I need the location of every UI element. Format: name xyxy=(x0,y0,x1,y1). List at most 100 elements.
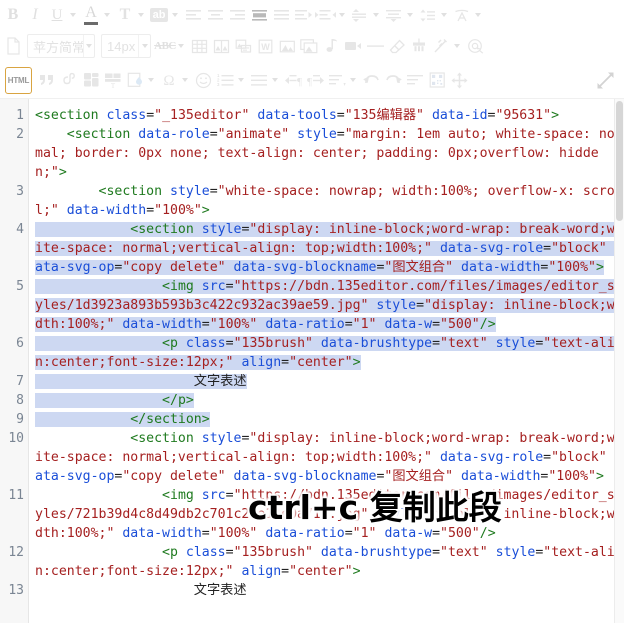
html-source-editor[interactable]: 12 3 4 5 6 7 8 9 10 11 12 13 <section class… xyxy=(0,98,624,623)
line-number-continuation xyxy=(0,524,24,543)
code-token: </ xyxy=(162,393,178,408)
paragraph-spacing-icon[interactable] xyxy=(383,3,405,27)
code-token: src xyxy=(201,279,226,294)
fullscreen-expand-button[interactable] xyxy=(594,68,616,92)
code-line[interactable]: <img src="https://bdn.135editor.com/file… xyxy=(35,277,624,334)
color-page-caret-icon[interactable] xyxy=(148,78,154,82)
code-token: img xyxy=(170,488,194,503)
scrollbar-thumb[interactable] xyxy=(616,101,623,221)
text-box-icon[interactable]: T xyxy=(102,68,124,92)
image-gallery-icon[interactable] xyxy=(298,34,320,58)
underline-icon[interactable]: U xyxy=(46,3,68,27)
indent-decrease-icon[interactable] xyxy=(314,3,337,27)
code-token: "100%" xyxy=(209,526,258,541)
rtl-icon[interactable]: ¶ xyxy=(304,68,326,92)
align-distributed-icon[interactable] xyxy=(270,3,292,27)
code-token: "center" xyxy=(289,355,353,370)
image-layout-icon[interactable] xyxy=(210,34,232,58)
code-line[interactable]: <section style="display: inline-block;wo… xyxy=(35,429,624,486)
paragraph-format-icon[interactable] xyxy=(404,68,426,92)
font-color-caret-icon[interactable] xyxy=(104,13,110,17)
align-left-icon[interactable] xyxy=(182,3,204,27)
code-token: p xyxy=(170,545,178,560)
undo-icon[interactable] xyxy=(360,68,382,92)
magic-wand-caret-icon[interactable] xyxy=(454,44,460,48)
divider-icon[interactable] xyxy=(364,34,386,58)
letter-spacing-caret-icon[interactable] xyxy=(441,13,447,17)
code-line[interactable]: <section data-role="animate" style="marg… xyxy=(35,125,624,182)
align-justify-icon[interactable] xyxy=(248,3,270,27)
code-line[interactable]: <p class="135brush" data-brushtype="text… xyxy=(35,334,624,372)
redo-icon[interactable] xyxy=(382,68,404,92)
clear-format-caret-icon[interactable] xyxy=(475,13,481,17)
strikethrough-icon[interactable]: ABC xyxy=(154,34,176,58)
quote-icon[interactable] xyxy=(36,68,58,92)
code-line[interactable]: <section style="display: inline-block;wo… xyxy=(35,220,624,277)
word-import-icon[interactable]: W xyxy=(254,34,276,58)
letter-spacing-icon[interactable] xyxy=(417,3,439,27)
font-family-select[interactable]: 苹方简常 xyxy=(27,34,95,58)
code-line[interactable]: 文字表述 xyxy=(35,581,624,600)
ltr-icon[interactable]: ¶ xyxy=(282,68,304,92)
special-char-caret-icon[interactable] xyxy=(182,78,188,82)
indent-increase-icon[interactable] xyxy=(292,3,314,27)
insert-image-icon[interactable] xyxy=(276,34,298,58)
code-line[interactable]: <p class="135brush" data-brushtype="text… xyxy=(35,543,624,581)
page-icon[interactable] xyxy=(2,34,24,58)
code-token: data-ratio xyxy=(265,526,345,541)
eraser-icon[interactable] xyxy=(386,34,408,58)
video-icon[interactable] xyxy=(342,34,364,58)
code-line[interactable]: </p> xyxy=(35,391,624,410)
image-text-icon[interactable] xyxy=(232,34,254,58)
highlight-icon[interactable]: ab xyxy=(148,3,170,27)
highlight-caret-icon[interactable] xyxy=(172,13,178,17)
font-size-select[interactable]: 14px xyxy=(101,34,151,58)
move-icon[interactable] xyxy=(448,68,470,92)
emoji-icon[interactable] xyxy=(192,68,214,92)
link-icon[interactable] xyxy=(58,68,80,92)
align-center-icon[interactable] xyxy=(204,3,226,27)
unordered-list-icon[interactable] xyxy=(248,68,270,92)
code-line[interactable]: </section> xyxy=(35,410,624,429)
sort-caret-icon[interactable] xyxy=(350,78,356,82)
color-page-icon[interactable] xyxy=(124,68,146,92)
code-area[interactable]: <section class="_135editor" data-tools="… xyxy=(29,99,624,623)
special-char-icon[interactable]: Ω xyxy=(158,68,180,92)
text-style-caret-icon[interactable] xyxy=(138,13,144,17)
line-height-caret-icon[interactable] xyxy=(373,13,379,17)
code-line[interactable]: <section style="white-space: nowrap; wid… xyxy=(35,182,624,220)
ordered-list-caret-icon[interactable] xyxy=(238,78,244,82)
bold-icon[interactable]: B xyxy=(2,3,24,27)
editor-vertical-scrollbar[interactable] xyxy=(614,99,624,623)
strikethrough-caret-icon[interactable] xyxy=(178,44,184,48)
align-right-icon[interactable] xyxy=(226,3,248,27)
code-token: "_135editor" xyxy=(154,108,250,123)
code-token: data-width xyxy=(122,317,202,332)
paragraph-spacing-caret-icon[interactable] xyxy=(407,13,413,17)
audio-icon[interactable] xyxy=(320,34,342,58)
table-icon[interactable] xyxy=(188,34,210,58)
line-height-icon[interactable] xyxy=(349,3,371,27)
sort-icon[interactable] xyxy=(326,68,348,92)
code-line[interactable]: <section class="_135editor" data-tools="… xyxy=(35,106,624,125)
qrcode-icon[interactable] xyxy=(426,68,448,92)
font-family-caret-icon[interactable] xyxy=(83,35,94,57)
italic-icon[interactable]: I xyxy=(24,3,46,27)
unordered-list-caret-icon[interactable] xyxy=(272,78,278,82)
html-source-button[interactable]: HTML xyxy=(5,66,32,94)
template-icon[interactable] xyxy=(80,68,102,92)
text-style-icon[interactable]: T xyxy=(114,3,136,27)
underline-caret-icon[interactable] xyxy=(70,13,76,17)
font-color-icon[interactable]: A xyxy=(80,3,102,27)
magic-wand-icon[interactable] xyxy=(430,34,452,58)
ordered-list-icon[interactable]: 123 xyxy=(214,68,236,92)
brush-icon[interactable] xyxy=(408,34,430,58)
clear-format-icon[interactable] xyxy=(451,3,473,27)
code-token: > xyxy=(551,108,560,123)
code-line[interactable]: 文字表述 xyxy=(35,372,624,391)
mention-icon[interactable] xyxy=(464,34,486,58)
code-token xyxy=(193,279,202,294)
font-size-caret-icon[interactable] xyxy=(138,35,150,57)
indent-caret-icon[interactable] xyxy=(339,13,345,17)
code-line[interactable]: <img src="https://bdn.135editor.com/file… xyxy=(35,486,624,543)
